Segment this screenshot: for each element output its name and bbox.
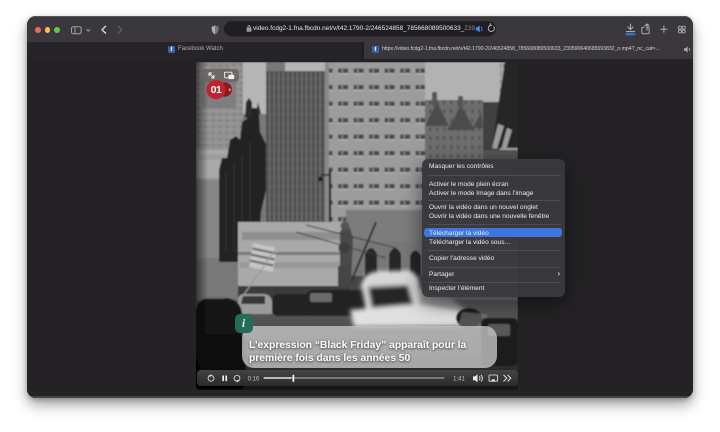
- svg-text:0:16: 0:16: [248, 376, 260, 382]
- svg-text:1:41: 1:41: [453, 376, 465, 382]
- svg-text:+: +: [228, 87, 232, 94]
- svg-text:01: 01: [211, 84, 222, 96]
